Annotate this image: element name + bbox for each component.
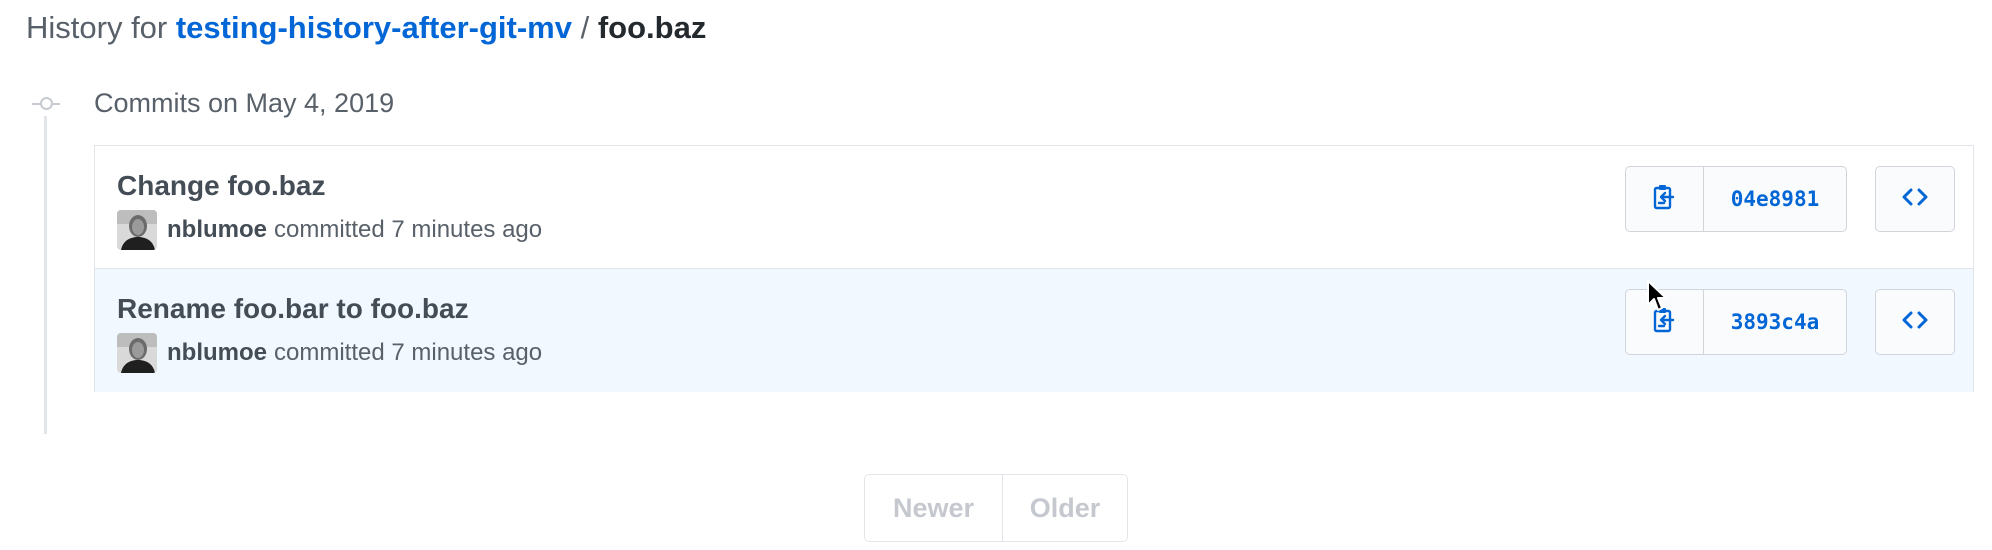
commit-meta: nblumoe committed 7 minutes ago bbox=[117, 333, 542, 373]
author-link[interactable]: nblumoe bbox=[167, 339, 267, 367]
commit-title-link[interactable]: Rename foo.bar to foo.baz bbox=[117, 291, 469, 327]
commit-row: Change foo.baz nblumoe committed 7 minut… bbox=[95, 146, 1973, 269]
commit-list: Change foo.baz nblumoe committed 7 minut… bbox=[94, 145, 1974, 392]
clippy-icon bbox=[1653, 306, 1677, 339]
code-icon bbox=[1902, 187, 1928, 212]
breadcrumb: History for testing-history-after-git-mv… bbox=[26, 8, 706, 48]
code-icon bbox=[1902, 310, 1928, 335]
commit-title-link[interactable]: Change foo.baz bbox=[117, 168, 325, 204]
sha-button-group: 3893c4a bbox=[1625, 289, 1847, 355]
avatar[interactable] bbox=[117, 210, 157, 250]
sha-button-group: 04e8981 bbox=[1625, 166, 1847, 232]
copy-sha-button[interactable] bbox=[1626, 167, 1704, 231]
copy-sha-button[interactable] bbox=[1626, 290, 1704, 354]
newer-button[interactable]: Newer bbox=[865, 475, 1003, 541]
git-commit-icon bbox=[32, 94, 60, 114]
timeline-line bbox=[44, 116, 47, 434]
browse-repo-button[interactable] bbox=[1875, 289, 1955, 355]
older-button[interactable]: Older bbox=[1003, 475, 1127, 541]
commit-row: Rename foo.bar to foo.baz nblumoe commit… bbox=[95, 269, 1973, 392]
commit-sha-link[interactable]: 3893c4a bbox=[1704, 290, 1846, 354]
breadcrumb-separator: / bbox=[572, 10, 598, 45]
commit-time: committed 7 minutes ago bbox=[274, 216, 543, 243]
pagination: Newer Older bbox=[864, 474, 1128, 542]
commit-time: committed 7 minutes ago bbox=[274, 339, 543, 366]
commit-meta: nblumoe committed 7 minutes ago bbox=[117, 210, 542, 250]
author-link[interactable]: nblumoe bbox=[167, 216, 267, 244]
commit-sha-link[interactable]: 04e8981 bbox=[1704, 167, 1846, 231]
avatar[interactable] bbox=[117, 333, 157, 373]
file-name: foo.baz bbox=[597, 10, 707, 45]
breadcrumb-prefix: History for bbox=[26, 10, 176, 45]
commit-group-title: Commits on May 4, 2019 bbox=[94, 88, 395, 118]
browse-repo-button[interactable] bbox=[1875, 166, 1955, 232]
clippy-icon bbox=[1653, 183, 1677, 216]
repo-link[interactable]: testing-history-after-git-mv bbox=[176, 10, 572, 45]
